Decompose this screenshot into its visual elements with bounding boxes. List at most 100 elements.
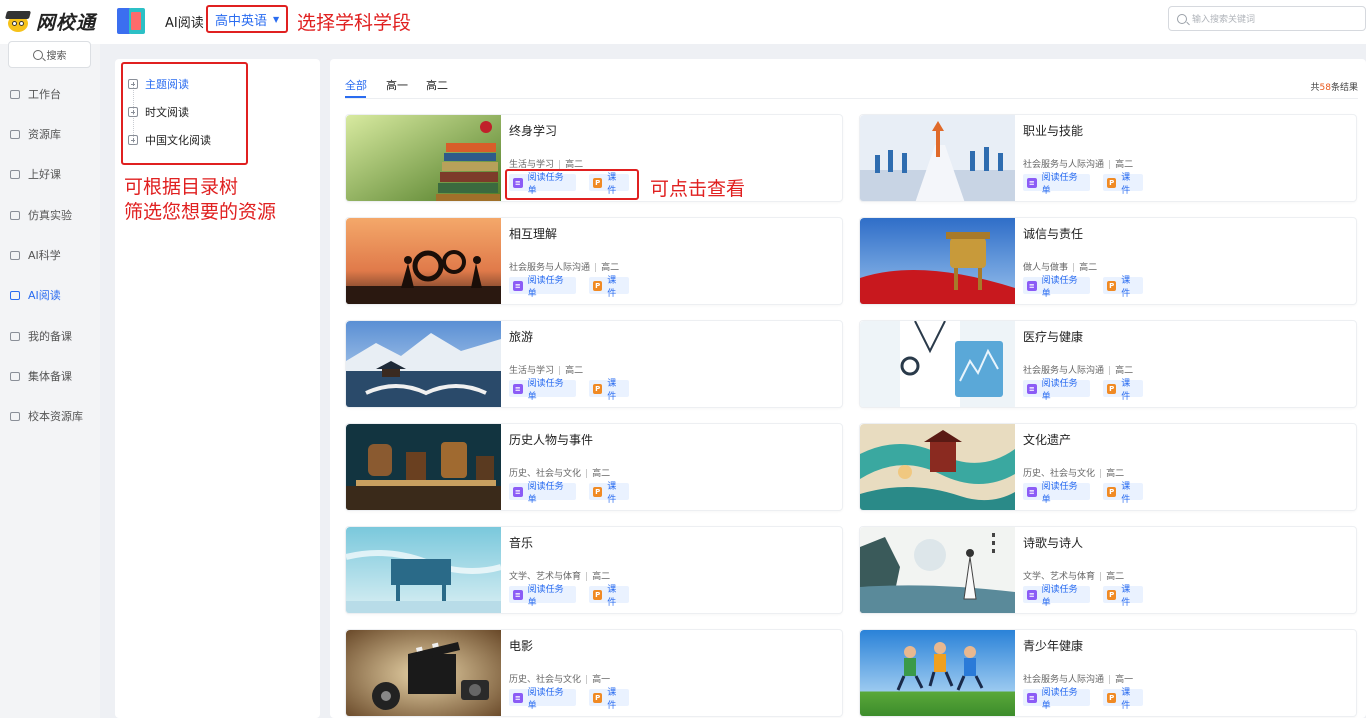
expand-icon[interactable] — [128, 107, 138, 117]
ppt-icon: P — [593, 383, 603, 394]
sidebar-item-resources[interactable]: 资源库 — [10, 124, 61, 144]
folder-icon — [10, 331, 20, 341]
resource-card[interactable]: 医疗与健康 社会服务与人际沟通 | 高二 ≡ 阅读任务单 P 课件 — [859, 320, 1357, 408]
sidebar-item-label: 工作台 — [28, 88, 61, 101]
reading-task-sheet-button[interactable]: ≡ 阅读任务单 — [509, 482, 576, 505]
sidebar-item-group-lessons[interactable]: 集体备课 — [10, 366, 72, 386]
card-thumbnail-books — [346, 115, 501, 201]
card-thumbnail-movie — [346, 630, 501, 716]
subject-select[interactable]: 高中英语 ▼ — [206, 5, 288, 33]
sidebar-item-label: 仿真实验 — [28, 209, 72, 222]
sidebar-item-simulation[interactable]: 仿真实验 — [10, 205, 72, 225]
sidebar-item-my-lessons[interactable]: 我的备课 — [10, 326, 72, 346]
search-icon — [1177, 13, 1187, 24]
sidebar-item-school-library[interactable]: 校本资源库 — [10, 406, 83, 426]
sidebar-search-button[interactable]: 搜索 — [8, 41, 91, 68]
reading-task-sheet-button[interactable]: ≡ 阅读任务单 — [1023, 482, 1090, 505]
sidebar-item-ai-reading[interactable]: AI阅读 — [10, 285, 61, 305]
courseware-button[interactable]: P 课件 — [1103, 585, 1143, 608]
reading-task-sheet-button[interactable]: ≡ 阅读任务单 — [1023, 688, 1090, 711]
ai-reading-book-icon — [117, 8, 150, 34]
card-title: 终身学习 — [509, 124, 558, 138]
edit-icon — [10, 129, 20, 139]
task-sheet-icon: ≡ — [1027, 486, 1037, 497]
courseware-button[interactable]: P 课件 — [1103, 688, 1143, 711]
card-thumbnail-piano — [346, 527, 501, 613]
leaf-icon — [10, 250, 20, 260]
resource-card[interactable]: 电影 历史、社会与文化 | 高一 ≡ 阅读任务单 P 课件 — [345, 629, 843, 717]
top-bar: 网校通 AI阅读 高中英语 ▼ 选择学科学段 输入搜索关键词 — [0, 0, 1366, 44]
resource-card[interactable]: 文化遗产 历史、社会与文化 | 高二 ≡ 阅读任务单 P 课件 — [859, 423, 1357, 511]
courseware-button[interactable]: P 课件 — [589, 688, 629, 711]
tab-all[interactable]: 全部 — [345, 77, 367, 93]
app-title: AI阅读 — [165, 16, 204, 31]
resource-card[interactable]: 诚信与责任 做人与做事 | 高二 ≡ 阅读任务单 P 课件 — [859, 217, 1357, 305]
tab-divider — [345, 98, 1358, 99]
courseware-button[interactable]: P 课件 — [1103, 173, 1143, 196]
ppt-icon: P — [593, 280, 603, 291]
sidebar-item-workbench[interactable]: 工作台 — [10, 84, 61, 104]
courseware-button[interactable]: P 课件 — [589, 379, 629, 402]
card-thumbnail-tripod — [860, 218, 1015, 304]
reading-task-sheet-button[interactable]: ≡ 阅读任务单 — [509, 585, 576, 608]
task-sheet-icon: ≡ — [513, 383, 523, 394]
card-title: 诚信与责任 — [1023, 227, 1084, 241]
resource-card[interactable]: 音乐 文学、艺术与体育 | 高二 ≡ 阅读任务单 P 课件 — [345, 526, 843, 614]
logo-mascot-icon — [4, 9, 32, 33]
reading-task-sheet-button[interactable]: ≡ 阅读任务单 — [1023, 379, 1090, 402]
sidebar-item-label: 校本资源库 — [28, 410, 83, 423]
logo[interactable]: 网校通 — [4, 7, 97, 35]
tab-grade-11[interactable]: 高二 — [426, 77, 448, 93]
expand-icon[interactable] — [128, 79, 138, 89]
reading-task-sheet-button[interactable]: ≡ 阅读任务单 — [509, 276, 576, 299]
resource-card[interactable]: 相互理解 社会服务与人际沟通 | 高二 ≡ 阅读任务单 P 课件 — [345, 217, 843, 305]
search-placeholder: 输入搜索关键词 — [1192, 15, 1256, 25]
ppt-icon: P — [593, 589, 603, 600]
task-sheet-icon: ≡ — [513, 589, 523, 600]
resource-card[interactable]: 旅游 生活与学习 | 高二 ≡ 阅读任务单 P 课件 — [345, 320, 843, 408]
annotation-click-highlight — [505, 169, 639, 200]
courseware-button[interactable]: P 课件 — [589, 276, 629, 299]
annotation-select-subject: 选择学科学段 — [297, 12, 412, 34]
card-meta: 社会服务与人际沟通 | 高二 — [1023, 366, 1134, 376]
tree-item-current-reading[interactable]: 时文阅读 — [128, 104, 189, 120]
logo-text: 网校通 — [36, 11, 97, 34]
card-meta: 生活与学习 | 高二 — [509, 366, 584, 376]
reading-task-sheet-button[interactable]: ≡ 阅读任务单 — [1023, 173, 1090, 196]
sidebar-item-good-class[interactable]: 上好课 — [10, 164, 61, 184]
expand-icon[interactable] — [128, 135, 138, 145]
resource-card[interactable]: 历史人物与事件 历史、社会与文化 | 高二 ≡ 阅读任务单 P 课件 — [345, 423, 843, 511]
resource-card[interactable]: 职业与技能 社会服务与人际沟通 | 高二 ≡ 阅读任务单 P 课件 — [859, 114, 1357, 202]
tree-item-chinese-culture[interactable]: 中国文化阅读 — [128, 132, 211, 148]
search-input[interactable]: 输入搜索关键词 — [1168, 6, 1366, 31]
sidebar: 搜索 工作台 资源库 上好课 仿真实验 AI科学 AI阅读 我的备课 集体备课 … — [0, 41, 100, 718]
courseware-button[interactable]: P 课件 — [1103, 379, 1143, 402]
courseware-button[interactable]: P 课件 — [1103, 276, 1143, 299]
resource-card[interactable]: 诗歌与诗人 文学、艺术与体育 | 高二 ≡ 阅读任务单 P 课件 — [859, 526, 1357, 614]
resource-card[interactable]: 青少年健康 社会服务与人际沟通 | 高一 ≡ 阅读任务单 P 课件 — [859, 629, 1357, 717]
tab-grade-10[interactable]: 高一 — [386, 77, 408, 93]
card-meta: 社会服务与人际沟通 | 高二 — [509, 263, 620, 273]
content-panel: 全部 高一 高二 共58条结果 终身学习 生活与学习 | 高二 ≡ 阅读任务单 P 课件… — [330, 59, 1366, 718]
library-icon — [10, 411, 20, 421]
reading-task-sheet-button[interactable]: ≡ 阅读任务单 — [1023, 585, 1090, 608]
card-meta: 社会服务与人际沟通 | 高二 — [1023, 160, 1134, 170]
sidebar-item-label: 我的备课 — [28, 330, 72, 343]
courseware-button[interactable]: P 课件 — [589, 585, 629, 608]
task-sheet-icon: ≡ — [513, 486, 523, 497]
courseware-button[interactable]: P 课件 — [1103, 482, 1143, 505]
card-title: 旅游 — [509, 330, 534, 344]
sidebar-item-ai-science[interactable]: AI科学 — [10, 245, 61, 265]
card-thumbnail-museum — [346, 424, 501, 510]
card-title: 青少年健康 — [1023, 639, 1084, 653]
courseware-button[interactable]: P 课件 — [589, 482, 629, 505]
ppt-icon: P — [1107, 486, 1117, 497]
reading-task-sheet-button[interactable]: ≡ 阅读任务单 — [509, 688, 576, 711]
reading-task-sheet-button[interactable]: ≡ 阅读任务单 — [1023, 276, 1090, 299]
sidebar-item-label: AI科学 — [28, 249, 61, 262]
reading-task-sheet-button[interactable]: ≡ 阅读任务单 — [509, 379, 576, 402]
tree-item-theme-reading[interactable]: 主题阅读 — [128, 76, 189, 92]
card-thumbnail-career — [860, 115, 1015, 201]
group-icon — [10, 371, 20, 381]
annotation-tree-line2: 筛选您想要的资源 — [124, 201, 277, 223]
